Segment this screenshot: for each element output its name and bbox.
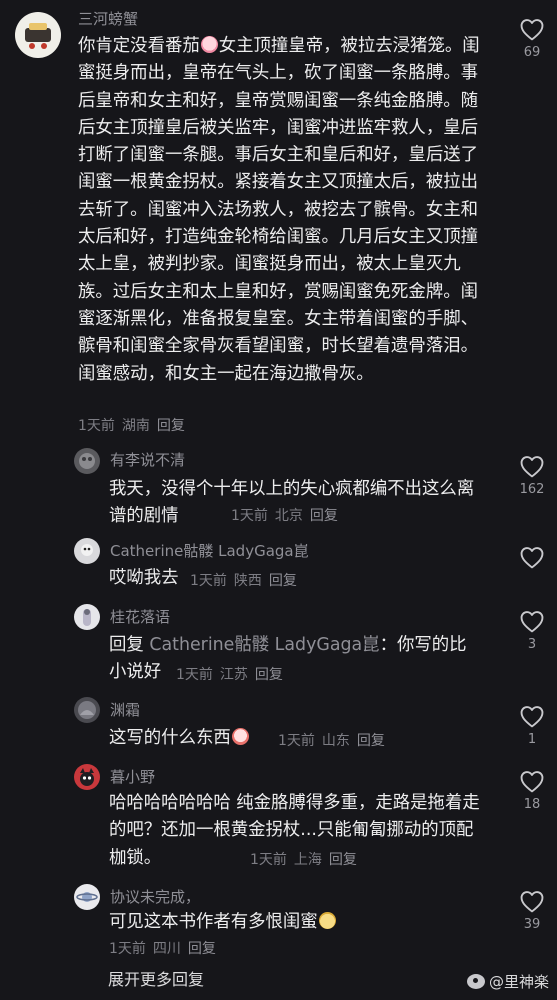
avatar[interactable] [15, 12, 61, 58]
watermark-text: @里神楽 [488, 973, 549, 991]
like-count: 39 [523, 917, 541, 932]
avatar[interactable] [74, 697, 100, 723]
like-button[interactable]: 69 [512, 18, 552, 60]
weibo-logo-icon [466, 974, 485, 989]
comment-location: 北京 [274, 508, 303, 524]
username[interactable]: 三河螃蟹 [78, 8, 138, 29]
heart-outline-icon [520, 706, 544, 728]
like-count: 162 [519, 482, 545, 497]
username[interactable]: 有李说不清 [110, 449, 185, 470]
username[interactable]: 桂花落语 [110, 606, 170, 627]
comment-location: 江苏 [219, 667, 248, 683]
comment-time: 1天前 [109, 941, 146, 957]
comment-time: 1天前 [231, 508, 268, 524]
comment-meta: 1天前 四川 回复 [109, 938, 223, 958]
comment-time: 1天前 [78, 418, 115, 434]
screaming-emoji-icon [231, 728, 249, 745]
username[interactable]: 协议未完成， [110, 886, 200, 907]
like-button[interactable]: 3 [512, 610, 552, 652]
username[interactable]: 暮小野 [110, 766, 155, 787]
comment-text-part: 女主顶撞皇帝，被拉去浸猪笼。闺蜜挺身而出，皇帝在气头上，砍了闺蜜一条胳膊。事后皇… [78, 36, 480, 384]
heart-outline-icon [520, 547, 544, 569]
comment-location: 山东 [321, 733, 350, 749]
reply-button[interactable]: 回复 [188, 941, 216, 957]
heart-outline-icon [520, 891, 544, 913]
reply-button[interactable]: 回复 [329, 852, 357, 868]
comment-text-part: 这写的什么东西 [109, 728, 231, 748]
expand-more-replies-button[interactable]: 展开更多回复 [108, 966, 204, 990]
heart-outline-icon [520, 611, 544, 633]
like-button[interactable] [512, 546, 552, 573]
comment-location: 四川 [152, 941, 181, 957]
reply-button[interactable]: 回复 [255, 667, 283, 683]
like-button[interactable]: 162 [512, 455, 552, 497]
reply-button[interactable]: 回复 [269, 573, 297, 589]
like-count: 3 [527, 637, 537, 652]
crying-emoji-icon [200, 36, 218, 53]
heart-outline-icon [520, 456, 544, 478]
reply-button[interactable]: 回复 [157, 418, 185, 434]
like-button[interactable]: 1 [512, 705, 552, 747]
comment-meta: 1天前 陕西 回复 [190, 570, 304, 590]
comment-meta: 1天前 江苏 回复 [176, 664, 290, 684]
heart-outline-icon [520, 19, 544, 41]
avatar[interactable] [74, 764, 100, 790]
reply-prefix: 回复 [109, 635, 144, 655]
reply-button[interactable]: 回复 [357, 733, 385, 749]
comment-text: 你肯定没看番茄 女主顶撞皇帝，被拉去浸猪笼。闺蜜挺身而出，皇帝在气头上，砍了闺蜜一… [78, 33, 492, 388]
watermark: @里神楽 [466, 971, 549, 992]
like-button[interactable]: 39 [512, 890, 552, 932]
comment-time: 1天前 [278, 733, 315, 749]
comment-meta: 1天前 湖南 回复 [78, 415, 192, 435]
comment-text: 回复 Catherine骷髅 LadyGaga崑：你写的比小说好 [109, 632, 479, 687]
avatar[interactable] [74, 604, 100, 630]
avatar[interactable] [74, 448, 100, 474]
comment-location: 陕西 [233, 573, 262, 589]
like-count: 69 [523, 45, 541, 60]
comment-text-part: 你肯定没看番茄 [78, 36, 200, 56]
username[interactable]: Catherine骷髅 LadyGaga崑 [110, 540, 309, 561]
avatar[interactable] [74, 884, 100, 910]
like-count: 1 [527, 732, 537, 747]
like-count: 18 [523, 797, 541, 812]
like-button[interactable]: 18 [512, 770, 552, 812]
reply-button[interactable]: 回复 [310, 508, 338, 524]
comment-time: 1天前 [190, 573, 227, 589]
comment-time: 1天前 [176, 667, 213, 683]
comment-location: 湖南 [121, 418, 150, 434]
heart-outline-icon [520, 771, 544, 793]
comment-time: 1天前 [250, 852, 287, 868]
avatar[interactable] [74, 538, 100, 564]
comment-meta: 1天前 山东 回复 [278, 730, 392, 750]
reply-to-user[interactable]: Catherine骷髅 LadyGaga崑 [149, 635, 379, 655]
comment-text-part: 可见这本书作者有多恨闺蜜 [109, 912, 318, 932]
comment-meta: 1天前 北京 回复 [231, 505, 345, 525]
comment-location: 上海 [293, 852, 322, 868]
cat-emoji-icon [318, 912, 336, 929]
comment-text: 可见这本书作者有多恨闺蜜 [109, 909, 489, 936]
username[interactable]: 渊霜 [110, 699, 140, 720]
comment-meta: 1天前 上海 回复 [250, 849, 364, 869]
